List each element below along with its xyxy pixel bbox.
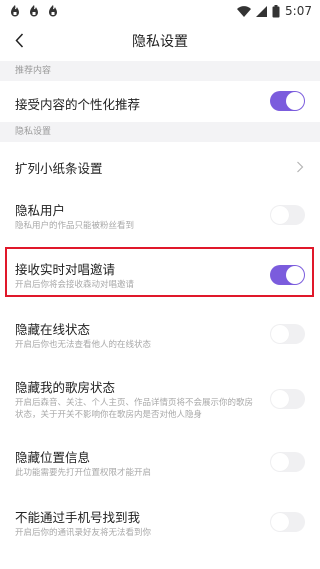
- row-title: 隐藏我的歌房状态: [15, 380, 116, 395]
- toggle-knob: [286, 92, 304, 110]
- row-subtitle: 开启后森音、关注、个人主页、作品详情页将不会展示你的歌房状态，关于开关不影响你在…: [15, 398, 254, 420]
- wifi-icon: [237, 5, 252, 17]
- app-notification-icon: [49, 5, 57, 17]
- row-title: 隐私用户: [15, 203, 66, 218]
- row-hide-location: 隐藏位置信息 此功能需要先打开位置权限才能开启: [0, 440, 320, 490]
- row-phone-search: 不能通过手机号找到我 开启后你的通讯录好友将无法看到你: [0, 500, 320, 550]
- row-private-user: 隐私用户 隐私用户的作品只能被粉丝看到: [0, 190, 320, 240]
- row-title: 扩列小纸条设置: [15, 161, 103, 176]
- section-header-recommend: 推荐内容: [0, 61, 320, 81]
- row-title: 隐藏位置信息: [15, 450, 91, 465]
- row-subtitle: 隐私用户的作品只能被粉丝看到: [15, 221, 135, 231]
- battery-icon: [272, 4, 280, 17]
- status-bar: 5:07: [0, 0, 320, 22]
- status-time: 5:07: [285, 4, 312, 18]
- notification-icons: [8, 4, 60, 18]
- row-hide-online: 隐藏在线状态 开启后你也无法查看他人的在线状态: [0, 312, 320, 362]
- toggle-hide-location[interactable]: [270, 452, 305, 472]
- page-title: 隐私设置: [132, 34, 188, 50]
- toggle-phone-search[interactable]: [270, 512, 305, 532]
- row-subtitle: 此功能需要先打开位置权限才能开启: [15, 468, 152, 478]
- toggle-knob: [271, 206, 289, 224]
- row-hide-room: 隐藏我的歌房状态 开启后森音、关注、个人主页、作品详情页将不会展示你的歌房状态，…: [0, 370, 320, 432]
- toggle-personalized[interactable]: [270, 91, 305, 111]
- toggle-knob: [271, 325, 289, 343]
- row-title: 接受内容的个性化推荐: [15, 97, 141, 112]
- highlight-box: [5, 247, 314, 297]
- toggle-knob: [271, 453, 289, 471]
- row-title: 不能通过手机号找到我: [15, 510, 141, 525]
- app-notification-icon: [11, 5, 19, 17]
- signal-icon: [256, 5, 268, 17]
- nav-bar: 隐私设置: [0, 22, 320, 58]
- toggle-hide-room[interactable]: [270, 389, 305, 409]
- row-personalized: 接受内容的个性化推荐: [0, 82, 320, 122]
- section-header-privacy: 隐私设置: [0, 122, 320, 142]
- toggle-knob: [271, 513, 289, 531]
- toggle-private-user[interactable]: [270, 205, 305, 225]
- chevron-right-icon: [297, 161, 304, 173]
- toggle-knob: [271, 390, 289, 408]
- toggle-hide-online[interactable]: [270, 324, 305, 344]
- row-subtitle: 开启后你的通讯录好友将无法看到你: [15, 528, 152, 538]
- system-status: 5:07: [237, 4, 312, 18]
- app-notification-icon: [30, 5, 38, 17]
- row-title: 隐藏在线状态: [15, 322, 91, 337]
- row-subtitle: 开启后你也无法查看他人的在线状态: [15, 340, 152, 350]
- row-paper-slip[interactable]: 扩列小纸条设置: [0, 144, 320, 188]
